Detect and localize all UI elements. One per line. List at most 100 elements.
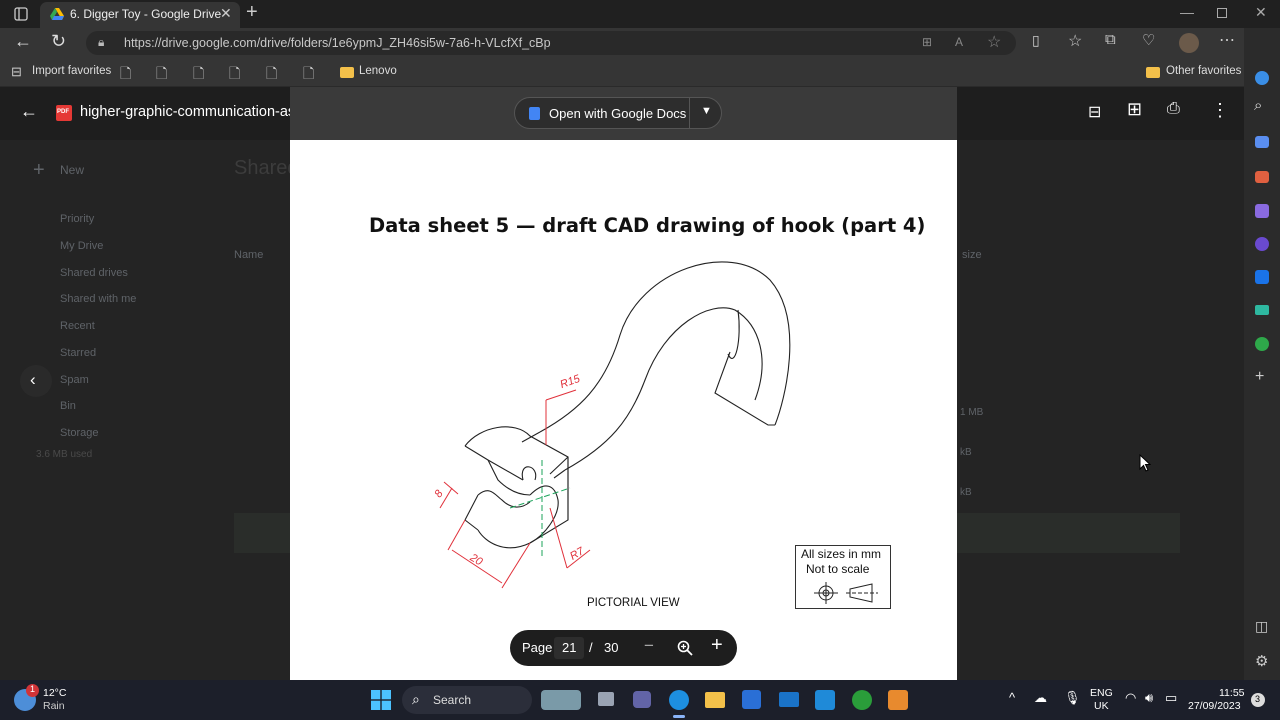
more-actions-icon[interactable]: ⋮ (1211, 100, 1229, 121)
favorite-page-icon[interactable]: 🗋︎ (156, 63, 167, 87)
xbox-icon[interactable] (852, 690, 872, 710)
games-icon[interactable] (1255, 204, 1269, 218)
active-app-indicator (673, 715, 685, 718)
file-explorer-icon[interactable] (705, 692, 725, 708)
microsoft-store-icon[interactable] (742, 690, 761, 709)
nav-shared-with-me: Shared with me (60, 293, 137, 305)
split-screen-icon[interactable]: ▯ (1032, 32, 1040, 49)
file-size: 1 MB (960, 407, 984, 418)
outlook-icon[interactable] (1255, 270, 1269, 284)
add-sidebar-app-icon[interactable]: + (1255, 368, 1264, 386)
nav-shared-drives: Shared drives (60, 267, 128, 279)
zoom-out-icon[interactable]: − (644, 636, 654, 656)
profile-avatar[interactable] (1179, 33, 1199, 53)
add-favorite-icon[interactable]: ☆ (987, 32, 1001, 52)
page-number-input[interactable]: 21 (554, 637, 584, 659)
zoom-icon[interactable] (677, 640, 693, 656)
browser-essentials-icon[interactable]: ♡ (1142, 31, 1155, 49)
settings-more-icon[interactable]: ⋯ (1219, 30, 1235, 50)
previous-file-button[interactable]: ‹ (20, 365, 52, 397)
nav-spam: Spam (60, 374, 89, 386)
pdf-icon: PDF (56, 105, 72, 121)
hide-sidebar-icon[interactable]: ◫ (1255, 618, 1268, 635)
refresh-icon[interactable]: ↻ (51, 31, 66, 52)
tab-actions-icon[interactable] (14, 7, 28, 21)
zoom-in-icon[interactable]: + (711, 634, 723, 657)
volume-icon[interactable]: 🔊︎ (1145, 690, 1153, 706)
shopping-icon[interactable] (1255, 136, 1269, 148)
sidebar-settings-icon[interactable]: ⚙ (1255, 652, 1268, 670)
divider (689, 98, 690, 128)
show-hidden-icons-icon[interactable]: ^ (1009, 690, 1015, 705)
add-shortcut-icon[interactable]: ⊟ (1088, 102, 1101, 122)
favorite-page-icon[interactable]: 🗋︎ (193, 63, 204, 87)
open-with-button[interactable]: Open with Google Docs ▼ (514, 97, 722, 129)
url-field[interactable]: 🔒︎ https://drive.google.com/drive/folder… (86, 31, 1016, 55)
minimize-icon[interactable]: — (1180, 4, 1194, 20)
search-sidebar-icon[interactable]: ⌕ (1254, 97, 1262, 114)
dropdown-arrow-icon[interactable]: ▼ (701, 105, 712, 117)
print-icon[interactable]: ⎙ (1167, 100, 1180, 118)
keyboard-layout[interactable]: UK (1094, 700, 1109, 712)
favorite-page-icon[interactable]: 🗋︎ (303, 63, 314, 87)
edge-icon[interactable] (669, 690, 689, 710)
active-tab[interactable]: 6. Digger Toy - Google Drive ✕ (40, 2, 240, 28)
search-label: Search (433, 693, 472, 707)
clock-date[interactable]: 27/09/2023 (1188, 700, 1241, 712)
lenovo-folder[interactable]: Lenovo (359, 65, 397, 77)
app-icon[interactable] (888, 690, 908, 710)
page-heading: Data sheet 5 — draft CAD drawing of hook… (369, 214, 926, 237)
mouse-cursor (1139, 454, 1151, 472)
new-button: New (60, 163, 85, 177)
temperature: 12°C (43, 687, 67, 699)
windows-start-icon[interactable] (371, 690, 391, 710)
discover-icon[interactable] (1255, 71, 1269, 85)
teams-icon[interactable] (633, 691, 651, 708)
battery-icon[interactable]: ▭ (1165, 690, 1177, 706)
onedrive-icon[interactable]: ☁ (1034, 690, 1047, 706)
tools-icon[interactable] (1255, 171, 1269, 183)
open-with-label: Open with Google Docs (549, 106, 687, 121)
taskbar-search[interactable]: ⌕ Search (402, 686, 532, 714)
other-favorites-folder[interactable]: Other favorites (1166, 65, 1241, 77)
storage-used: 3.6 MB used (36, 449, 93, 460)
mail-icon[interactable] (779, 692, 799, 707)
url-text: https://drive.google.com/drive/folders/1… (124, 36, 551, 50)
close-tab-icon[interactable]: ✕ (220, 5, 232, 22)
microsoft-365-icon[interactable] (1255, 237, 1269, 251)
close-window-icon[interactable]: ✕ (1255, 4, 1267, 21)
import-favorites-link[interactable]: Import favorites (32, 65, 111, 77)
column-name: Name (234, 249, 264, 261)
nav-starred: Starred (60, 347, 97, 359)
page-label: Page (522, 640, 553, 655)
nav-bin: Bin (60, 400, 76, 412)
hook-drawing (439, 261, 791, 589)
favorite-page-icon[interactable]: 🗋︎ (266, 63, 277, 87)
taskbar: 1 12°C Rain ⌕ Search ^ ☁ 🎙︎ ENG UK ◠ 🔊︎ … (0, 680, 1280, 720)
read-aloud-icon[interactable]: A (955, 35, 963, 49)
drop-icon[interactable] (1255, 305, 1269, 315)
tree-icon[interactable] (1255, 337, 1269, 351)
favorites-icon[interactable]: ☆ (1068, 31, 1082, 51)
lenovo-vantage-icon[interactable] (815, 690, 835, 710)
language-code[interactable]: ENG (1090, 687, 1113, 699)
favorites-bar: ⊟ Import favorites 🗋︎ 🗋︎ 🗋︎ 🗋︎ 🗋︎ 🗋︎ Len… (0, 58, 1280, 87)
back-icon[interactable]: ← (14, 31, 32, 52)
close-viewer-icon[interactable]: ← (20, 101, 38, 122)
wifi-icon[interactable]: ◠ (1125, 690, 1136, 706)
collections-icon[interactable]: ⧉ (1105, 31, 1116, 48)
favorite-page-icon[interactable]: 🗋︎ (120, 63, 131, 87)
app-available-icon[interactable]: ⊞ (922, 35, 932, 49)
widgets-thumbnail[interactable] (541, 690, 581, 710)
task-view-icon[interactable] (598, 692, 614, 706)
folder-icon (340, 67, 354, 78)
maximize-icon[interactable] (1217, 8, 1227, 18)
add-to-drive-icon[interactable]: ⊞ (1127, 99, 1142, 120)
file-size: kB (960, 447, 972, 458)
microphone-icon[interactable]: 🎙︎ (1064, 690, 1081, 706)
clock-time[interactable]: 11:55 (1219, 687, 1245, 699)
favorite-page-icon[interactable]: 🗋︎ (229, 63, 240, 87)
folder-icon (1146, 67, 1160, 78)
notification-badge[interactable]: 3 (1251, 693, 1265, 707)
new-tab-icon[interactable]: + (246, 1, 258, 24)
